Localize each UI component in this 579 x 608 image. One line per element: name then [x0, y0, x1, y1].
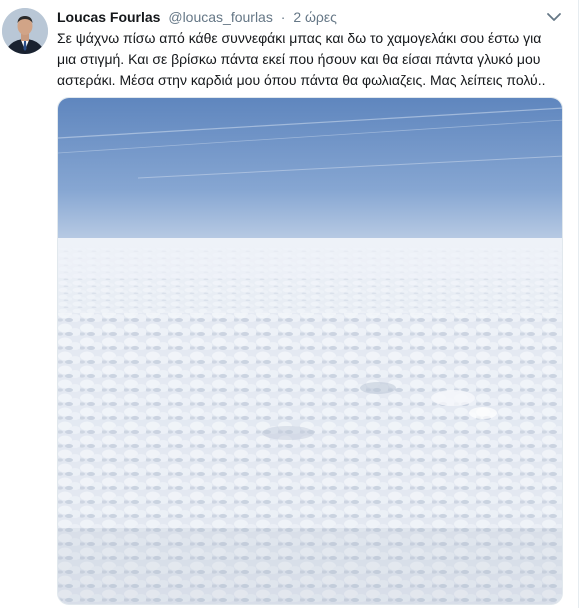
- timestamp[interactable]: 2 ώρες: [293, 9, 337, 25]
- tweet-text-line: μια στιγμή. Και σε βρίσκω πάντα εκεί που…: [57, 51, 541, 67]
- more-options-button[interactable]: [546, 10, 562, 24]
- separator-dot: ·: [280, 9, 286, 25]
- chevron-down-icon: [547, 13, 561, 21]
- tweet[interactable]: Loucas Fourlas @loucas_fourlas · 2 ώρες …: [0, 0, 579, 608]
- author-handle[interactable]: @loucas_fourlas: [168, 9, 273, 25]
- avatar-image: [2, 8, 48, 54]
- tweet-text-line: Σε ψάχνω πίσω από κάθε συννεφάκι μπας κα…: [57, 30, 542, 46]
- tweet-text-line: αστεράκι. Μέσα στην καρδιά μου όπου πάντ…: [57, 72, 546, 88]
- tweet-header: Loucas Fourlas @loucas_fourlas · 2 ώρες: [57, 8, 337, 26]
- tweet-text: Σε ψάχνω πίσω από κάθε συννεφάκι μπας κα…: [57, 28, 567, 91]
- clouds-photo: [58, 98, 562, 604]
- author-avatar[interactable]: [2, 8, 48, 54]
- author-name[interactable]: Loucas Fourlas: [57, 9, 160, 25]
- tweet-photo[interactable]: [57, 97, 563, 605]
